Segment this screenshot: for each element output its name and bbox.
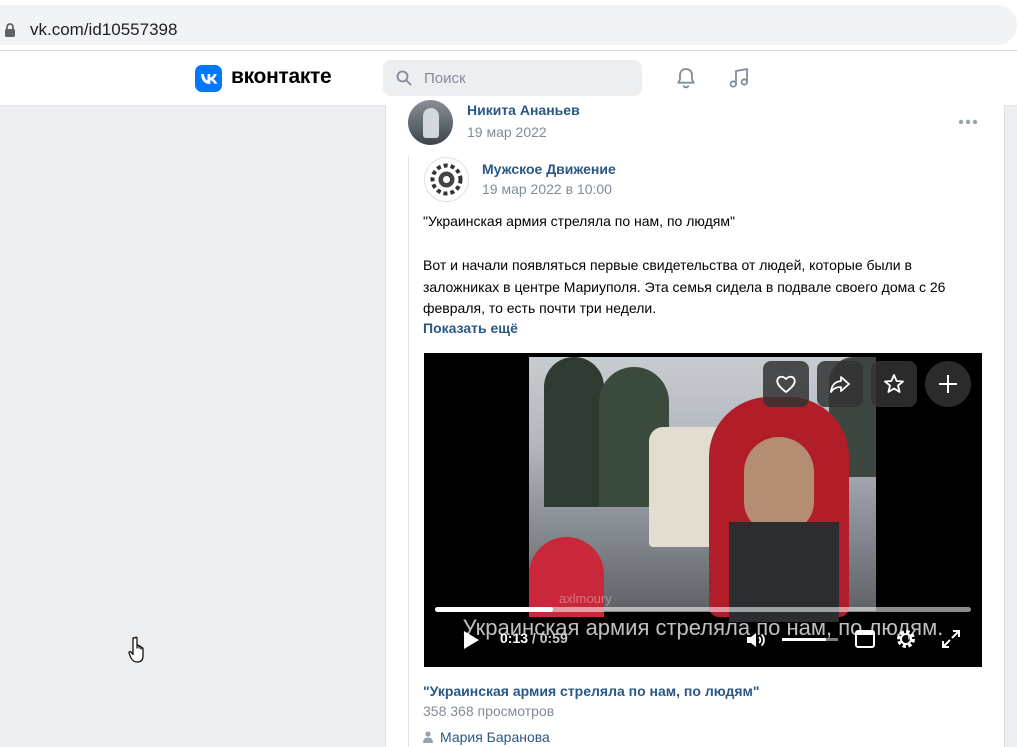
- add-video-button[interactable]: [925, 361, 971, 407]
- star-icon: [884, 374, 904, 393]
- volume-icon[interactable]: [744, 628, 768, 652]
- user-icon: [423, 731, 433, 743]
- post-date[interactable]: 19 мар 2022: [467, 124, 547, 140]
- post-quote: "Украинская армия стреляла по нам, по лю…: [423, 213, 735, 229]
- vk-header: вконтакте Поиск: [0, 51, 1017, 106]
- video-player[interactable]: axlmoury Украинская армия стреляла по на…: [424, 353, 982, 667]
- video-total-time: 0:59: [539, 630, 568, 646]
- volume-slider[interactable]: [782, 638, 838, 641]
- video-title-link[interactable]: "Украинская армия стреляла по нам, по лю…: [423, 683, 760, 699]
- time-separator: /: [531, 630, 540, 646]
- share-video-button[interactable]: [817, 361, 863, 407]
- video-views: 358 368 просмотров: [423, 703, 555, 719]
- browser-address-bar: vk.com/id10557398: [0, 0, 1017, 51]
- post-card: Никита Ананьев 19 мар 2022 Мужское Движе…: [385, 100, 1005, 747]
- fullscreen-icon[interactable]: [940, 628, 962, 650]
- brand-name[interactable]: вконтакте: [231, 65, 332, 89]
- video-current-time: 0:13: [500, 630, 529, 646]
- more-options-icon[interactable]: [958, 119, 978, 125]
- gear-emblem-icon: [430, 163, 463, 196]
- search-input[interactable]: Поиск: [383, 60, 642, 96]
- group-name[interactable]: Мужское Движение: [482, 161, 616, 177]
- video-time: 0:13 / 0:59: [500, 630, 568, 646]
- video-progress-fill: [435, 607, 553, 612]
- video-watermark: axlmoury: [559, 591, 612, 606]
- author-avatar[interactable]: [408, 100, 453, 145]
- vk-logo-icon[interactable]: [195, 65, 222, 92]
- volume-fill: [782, 638, 826, 641]
- plus-icon: [939, 375, 957, 393]
- lock-icon: [5, 23, 15, 37]
- author-name[interactable]: Никита Ананьев: [467, 102, 580, 118]
- show-more-link[interactable]: Показать ещё: [423, 320, 518, 336]
- search-icon: [396, 70, 412, 86]
- heart-icon: [776, 375, 796, 393]
- search-placeholder: Поиск: [424, 70, 466, 87]
- miniplayer-icon[interactable]: [855, 630, 875, 648]
- play-icon[interactable]: [462, 630, 480, 650]
- bell-icon[interactable]: [674, 66, 698, 90]
- url-field[interactable]: vk.com/id10557398: [0, 5, 1017, 45]
- music-icon[interactable]: [727, 66, 751, 90]
- url-text[interactable]: vk.com/id10557398: [30, 20, 177, 40]
- video-uploader[interactable]: Мария Баранова: [440, 729, 550, 745]
- like-video-button[interactable]: [763, 361, 809, 407]
- bookmark-video-button[interactable]: [871, 361, 917, 407]
- hand-cursor-icon: [128, 636, 144, 663]
- post-body: Вот и начали появляться первые свидетель…: [423, 257, 946, 316]
- settings-icon[interactable]: [895, 628, 917, 650]
- repost-divider: [408, 156, 409, 747]
- group-avatar[interactable]: [424, 157, 469, 202]
- video-progress-bar[interactable]: [435, 607, 971, 612]
- share-icon: [830, 376, 850, 393]
- repost-date[interactable]: 19 мар 2022 в 10:00: [482, 181, 612, 197]
